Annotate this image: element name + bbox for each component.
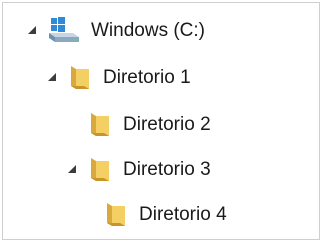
expand-arrow-icon[interactable] bbox=[25, 23, 39, 37]
expand-arrow-icon[interactable] bbox=[45, 70, 59, 84]
folder-icon bbox=[87, 156, 113, 182]
tree-item-label: Windows (C:) bbox=[91, 19, 206, 41]
expand-arrow-icon[interactable] bbox=[65, 162, 79, 176]
tree-item-diretorio-4[interactable]: Diretorio 4 bbox=[81, 196, 227, 232]
tree-item-diretorio-3[interactable]: Diretorio 3 bbox=[65, 151, 211, 187]
tree-item-label: Diretorio 2 bbox=[123, 113, 211, 135]
tree-item-windows-c[interactable]: Windows (C:) bbox=[25, 12, 205, 48]
tree-item-label: Diretorio 3 bbox=[123, 158, 211, 180]
tree-item-label: Diretorio 1 bbox=[103, 66, 191, 88]
tree-item-diretorio-1[interactable]: Diretorio 1 bbox=[45, 59, 191, 95]
tree-item-label: Diretorio 4 bbox=[139, 203, 227, 225]
folder-tree: Windows (C:) Diretorio 1 Diretorio 2 Dir… bbox=[2, 2, 320, 240]
folder-icon bbox=[87, 111, 113, 137]
folder-icon bbox=[103, 201, 129, 227]
folder-icon bbox=[67, 64, 93, 90]
drive-icon bbox=[47, 17, 81, 43]
tree-item-diretorio-2[interactable]: Diretorio 2 bbox=[65, 106, 211, 142]
